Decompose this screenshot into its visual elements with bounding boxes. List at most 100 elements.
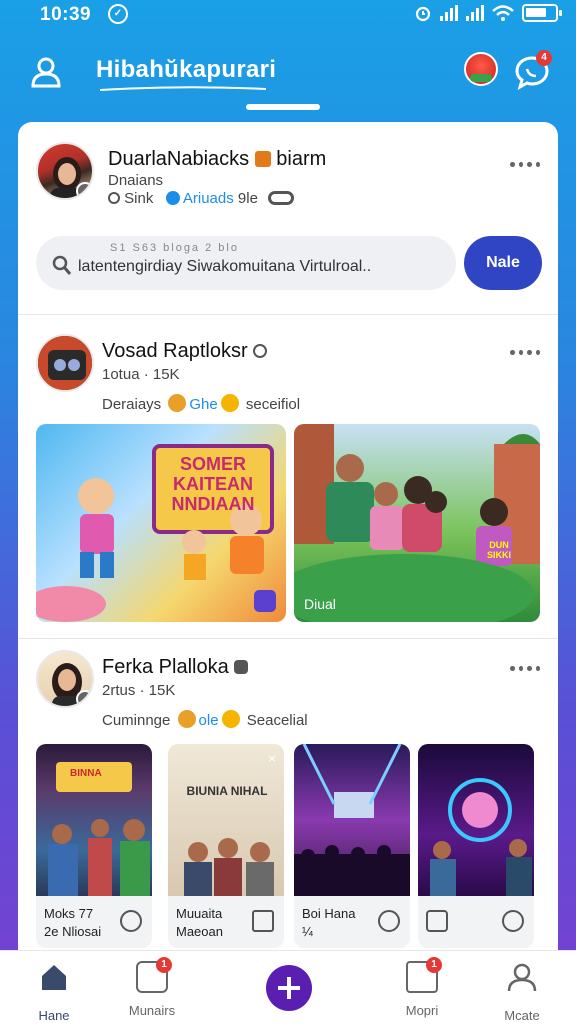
status-dot xyxy=(76,182,92,198)
status-bar: 10:39 ✓ xyxy=(0,0,576,30)
arcade-sign-text: BINNA xyxy=(70,768,102,779)
tile-title: Boi Hana xyxy=(302,906,356,921)
meta-a: Sink xyxy=(124,190,154,207)
signal-icon xyxy=(440,5,458,21)
feed-card: DuarlaNabiacks biarm Dnaians Sink Ariuad… xyxy=(18,122,558,962)
alarm-icon xyxy=(415,6,431,22)
media-tile[interactable]: Boi Hana ¼ xyxy=(294,744,410,948)
group-image: BIUNIA NIHAL × xyxy=(168,744,284,896)
tile-subtitle: ¼ xyxy=(302,924,313,939)
composer-name: DuarlaNabiacks biarm xyxy=(108,148,326,171)
avatar[interactable] xyxy=(36,142,94,200)
post-image[interactable]: SOMER KAITEAN NNDIAAN xyxy=(36,424,286,622)
profile-icon[interactable] xyxy=(28,54,64,90)
expand-icon[interactable] xyxy=(254,590,276,612)
arcade-image: BINNA xyxy=(36,744,152,896)
tile-subtitle: Maeoan xyxy=(176,924,223,939)
post-reactions: Cuminnge ole Seacelial xyxy=(102,710,308,729)
nav-home[interactable]: Hane xyxy=(14,961,94,1023)
image-caption: Diual xyxy=(304,596,336,612)
reactions-prefix: Cuminnge xyxy=(102,712,171,729)
status-icons xyxy=(414,4,562,22)
more-icon[interactable] xyxy=(510,162,540,170)
house-icon[interactable] xyxy=(252,910,274,932)
reactions-suffix: seceifiol xyxy=(245,396,301,413)
more-icon[interactable] xyxy=(510,666,540,674)
profile-icon xyxy=(507,963,537,992)
bottom-nav: Hane 1 Munairs 1 Mopri Mcate xyxy=(0,950,576,1024)
comment-icon[interactable] xyxy=(426,910,448,932)
drag-handle[interactable] xyxy=(246,104,320,110)
post-image[interactable]: DUN SIKKI Diual xyxy=(294,424,540,622)
nav-profile[interactable]: Mcate xyxy=(482,961,562,1023)
badge-icon xyxy=(234,660,249,674)
image-sign-text: SOMER KAITEAN NNDIAAN xyxy=(171,454,255,514)
neon-image xyxy=(418,744,534,896)
title-swoosh xyxy=(99,86,267,91)
meta-c: 9le xyxy=(237,190,258,207)
reactions-word: Ghe xyxy=(189,396,218,413)
wifi-icon xyxy=(492,5,514,21)
nav-label: Mopri xyxy=(405,1003,439,1018)
signal-icon-2 xyxy=(466,5,484,21)
post-stats: 2rtus · 15K xyxy=(102,682,176,699)
app-title: Hibahŭkapurari xyxy=(96,56,277,83)
post-author-name: Ferka Plalloka xyxy=(102,656,229,678)
more-icon[interactable] xyxy=(510,350,540,358)
group-scene xyxy=(184,838,274,896)
meta-b: Ariuads xyxy=(182,190,234,207)
arcade-scene xyxy=(48,762,150,896)
reactions-prefix: Deraiays xyxy=(102,396,162,413)
verified-icon xyxy=(165,191,180,205)
post-author: Vosad Raptloksr xyxy=(102,340,268,363)
nav-messages[interactable]: 1 Munairs xyxy=(112,957,192,1018)
composer-meta: Dnaians xyxy=(108,172,164,189)
smile-icon xyxy=(220,394,239,412)
media-tile[interactable] xyxy=(418,744,534,948)
nav-label: Hane xyxy=(38,1008,70,1023)
chat-icon[interactable] xyxy=(120,910,142,932)
post-button[interactable]: Nale xyxy=(464,236,542,290)
sync-icon: ✓ xyxy=(108,4,128,24)
avatar[interactable] xyxy=(36,650,94,708)
info-icon[interactable] xyxy=(378,910,400,932)
notification-avatar[interactable] xyxy=(464,52,498,86)
nav-reports[interactable]: 1 Mopri xyxy=(382,957,462,1018)
media-tile[interactable]: BIUNIA NIHAL × Muuaita Maeoan xyxy=(168,744,284,948)
tile-title: Moks 77 xyxy=(44,906,94,921)
tile-subtitle: 2e Nliosai xyxy=(44,924,102,939)
emoji-icon[interactable] xyxy=(502,910,524,932)
create-button[interactable] xyxy=(266,965,312,1011)
chat-badge: 4 xyxy=(536,50,552,66)
search-input[interactable]: S1 S63 bloga 2 blo latentengirdiay Siwak… xyxy=(36,236,456,290)
lock-icon xyxy=(254,151,271,167)
smile-icon xyxy=(221,710,240,728)
nav-label: Mcate xyxy=(504,1008,540,1023)
post-author: Ferka Plalloka xyxy=(102,656,249,679)
search-text: latentengirdiay Siwakomuitana Virtulroal… xyxy=(78,258,372,275)
nav-badge: 1 xyxy=(156,957,172,973)
search-hint: S1 S63 bloga 2 blo xyxy=(110,242,239,254)
search-icon xyxy=(52,255,72,275)
divider xyxy=(18,638,558,639)
plus-icon xyxy=(278,977,300,999)
composer-meta-2: Sink Ariuads 9le xyxy=(108,190,295,207)
avatar[interactable] xyxy=(36,334,94,392)
tile-sign-text: BIUNIA NIHAL xyxy=(186,784,268,798)
home-icon xyxy=(42,965,66,990)
reactions-suffix: Seacelial xyxy=(246,712,308,729)
media-tile[interactable]: BINNA Moks 77 2e Nliosai xyxy=(36,744,152,948)
divider xyxy=(18,314,558,315)
neon-scene xyxy=(430,778,532,896)
message-icon: 1 xyxy=(136,957,172,993)
post-author-name: Vosad Raptloksr xyxy=(102,340,248,362)
composer-name-suffix: biarm xyxy=(276,148,327,170)
reactions-word: ole xyxy=(198,712,219,729)
close-icon[interactable]: × xyxy=(268,750,276,766)
app-bar: Hibahŭkapurari 4 xyxy=(0,42,576,98)
report-icon: 1 xyxy=(406,957,442,993)
family-photo xyxy=(294,424,540,622)
post-stats: 1otua · 15K xyxy=(102,366,180,383)
like-icon xyxy=(177,710,196,728)
like-icon xyxy=(168,394,187,412)
